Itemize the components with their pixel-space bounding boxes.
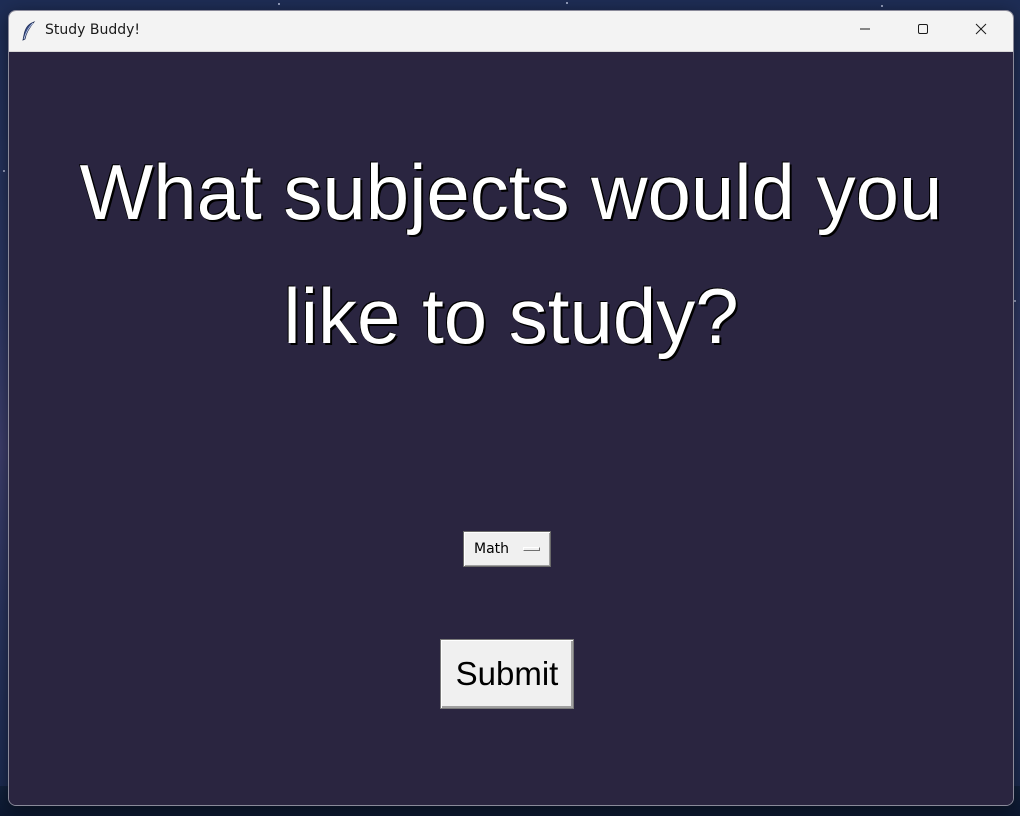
star-decoration: [3, 170, 5, 172]
minimize-icon: [859, 22, 871, 40]
title-bar[interactable]: Study Buddy!: [9, 11, 1013, 52]
dropdown-indicator-icon: [523, 547, 540, 551]
main-content: What subjects would you like to study? M…: [9, 52, 1013, 805]
close-button[interactable]: [953, 11, 1009, 51]
submit-button[interactable]: Submit: [440, 639, 574, 709]
feather-icon: [21, 21, 37, 41]
question-heading-line2: like to study?: [283, 272, 739, 360]
question-heading: What subjects would you like to study?: [9, 130, 1013, 378]
star-decoration: [566, 2, 568, 4]
app-window: Study Buddy! What subjects would you lik…: [8, 10, 1014, 806]
maximize-button[interactable]: [895, 11, 951, 51]
window-title: Study Buddy!: [45, 22, 141, 38]
minimize-button[interactable]: [837, 11, 893, 51]
question-heading-line1: What subjects would you: [79, 148, 943, 236]
star-decoration: [278, 3, 280, 5]
close-icon: [975, 22, 987, 40]
star-decoration: [881, 5, 883, 7]
subject-dropdown-value: Math: [474, 541, 510, 557]
star-decoration: [1014, 300, 1016, 302]
maximize-icon: [917, 22, 929, 40]
subject-dropdown[interactable]: Math: [463, 531, 551, 567]
